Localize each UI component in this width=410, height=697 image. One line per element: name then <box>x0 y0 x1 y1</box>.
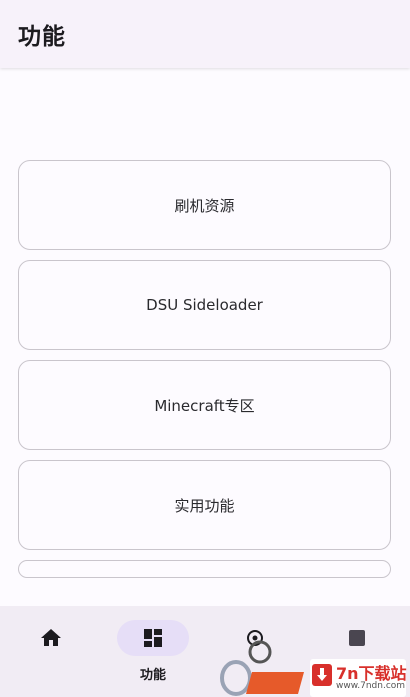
card-label: DSU Sideloader <box>146 296 263 314</box>
card-flash-resources[interactable]: 刷机资源 <box>18 160 391 250</box>
watermark-logo-icon <box>220 640 304 696</box>
card-dsu-sideloader[interactable]: DSU Sideloader <box>18 260 391 350</box>
nav-indicator <box>15 620 87 656</box>
card-label: 实用功能 <box>174 496 235 515</box>
nav-active-indicator <box>117 620 189 656</box>
nav-item-features[interactable]: 功能 <box>102 606 204 697</box>
home-icon <box>41 629 61 646</box>
nav-label: 功能 <box>139 668 166 683</box>
card-label: Minecraft专区 <box>154 396 255 415</box>
page-title: 功能 <box>18 24 66 50</box>
dashboard-icon <box>144 629 162 647</box>
watermark-url: www.7ndn.com <box>336 681 406 691</box>
top-app-bar: 功能 <box>0 0 410 68</box>
card-utilities[interactable]: 实用功能 <box>18 460 391 550</box>
card-minecraft-zone[interactable]: Minecraft专区 <box>18 360 391 450</box>
download-icon <box>312 664 332 686</box>
card-partially-visible[interactable] <box>18 560 391 578</box>
nav-item-home[interactable] <box>0 606 102 697</box>
site-watermark: 7n下载站 www.7ndn.com <box>214 638 410 697</box>
watermark-badge: 7n下载站 www.7ndn.com <box>310 659 407 697</box>
card-label: 刷机资源 <box>174 196 235 215</box>
